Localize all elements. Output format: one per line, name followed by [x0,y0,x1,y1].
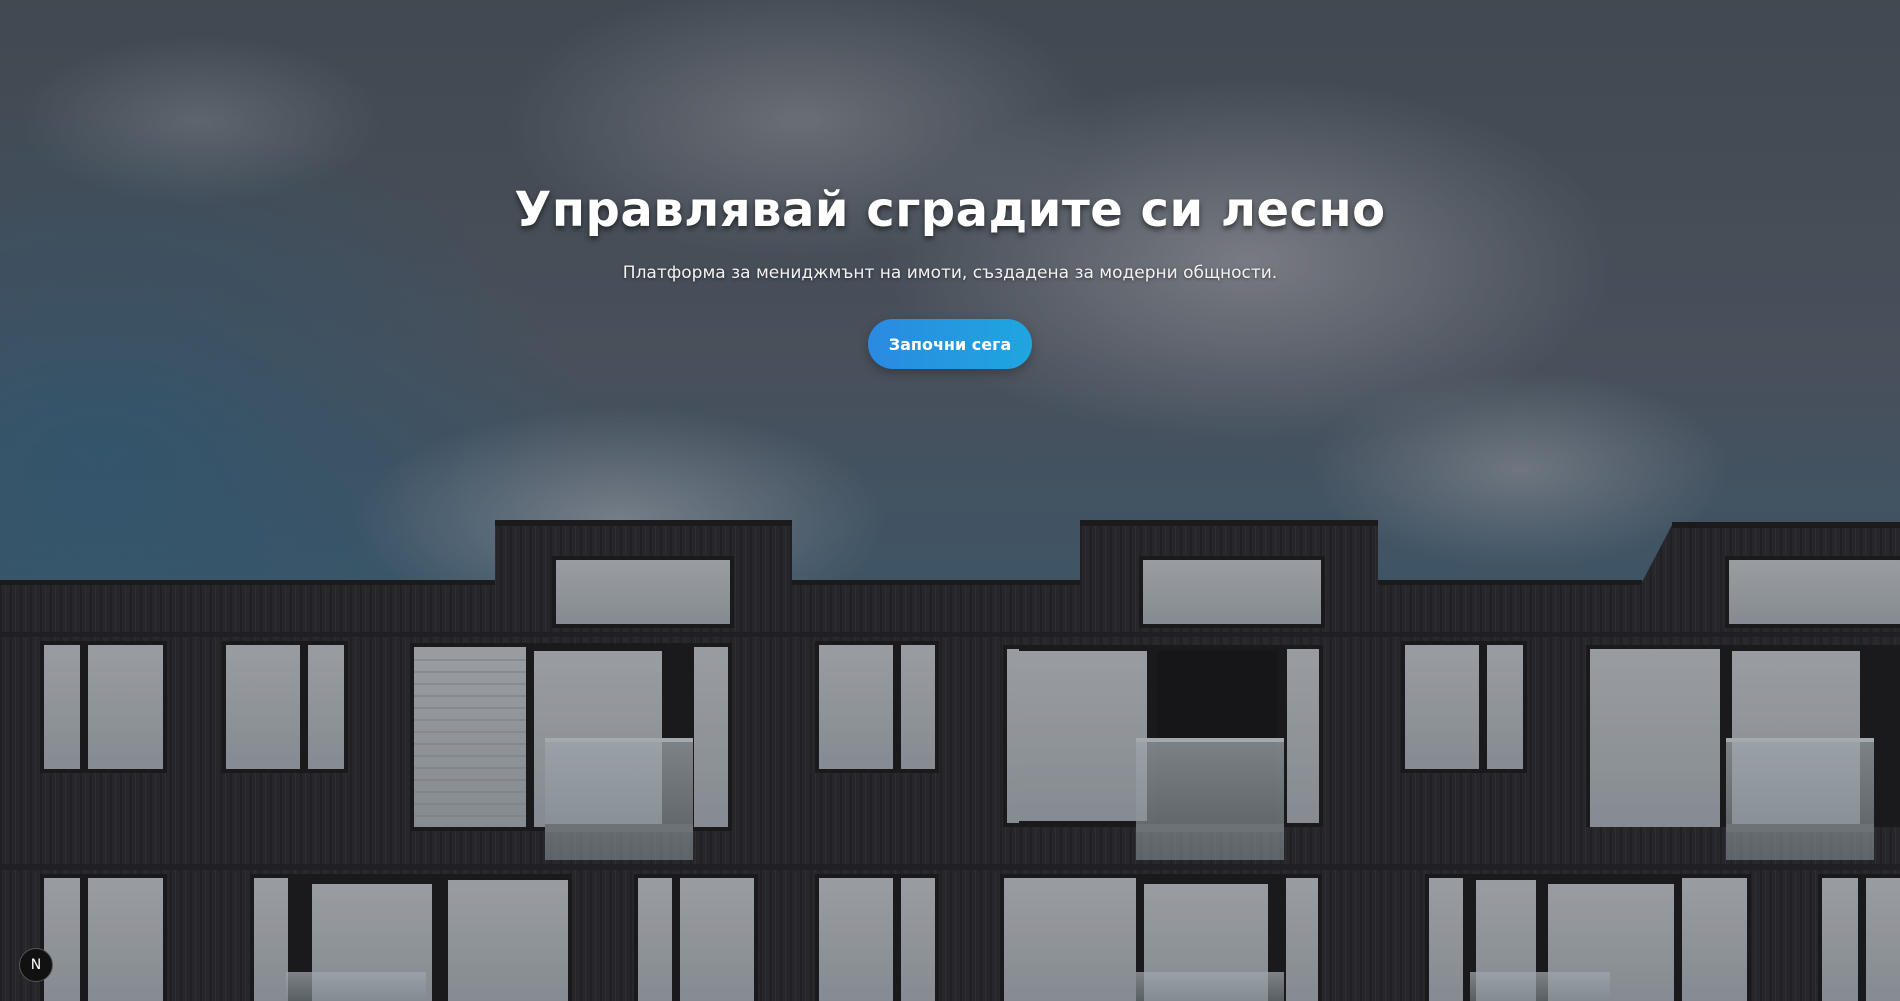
get-started-button[interactable]: Започни сега [868,319,1032,369]
hero-subtitle: Платформа за мениджмънт на имоти, създад… [622,263,1278,283]
hero-section [0,0,1900,1001]
next-logo-icon[interactable]: N [19,948,53,982]
next-badge-letter: N [30,957,42,973]
hero-overlay [0,0,1900,1001]
hero-title: Управлявай сградите си лесно [514,182,1386,238]
